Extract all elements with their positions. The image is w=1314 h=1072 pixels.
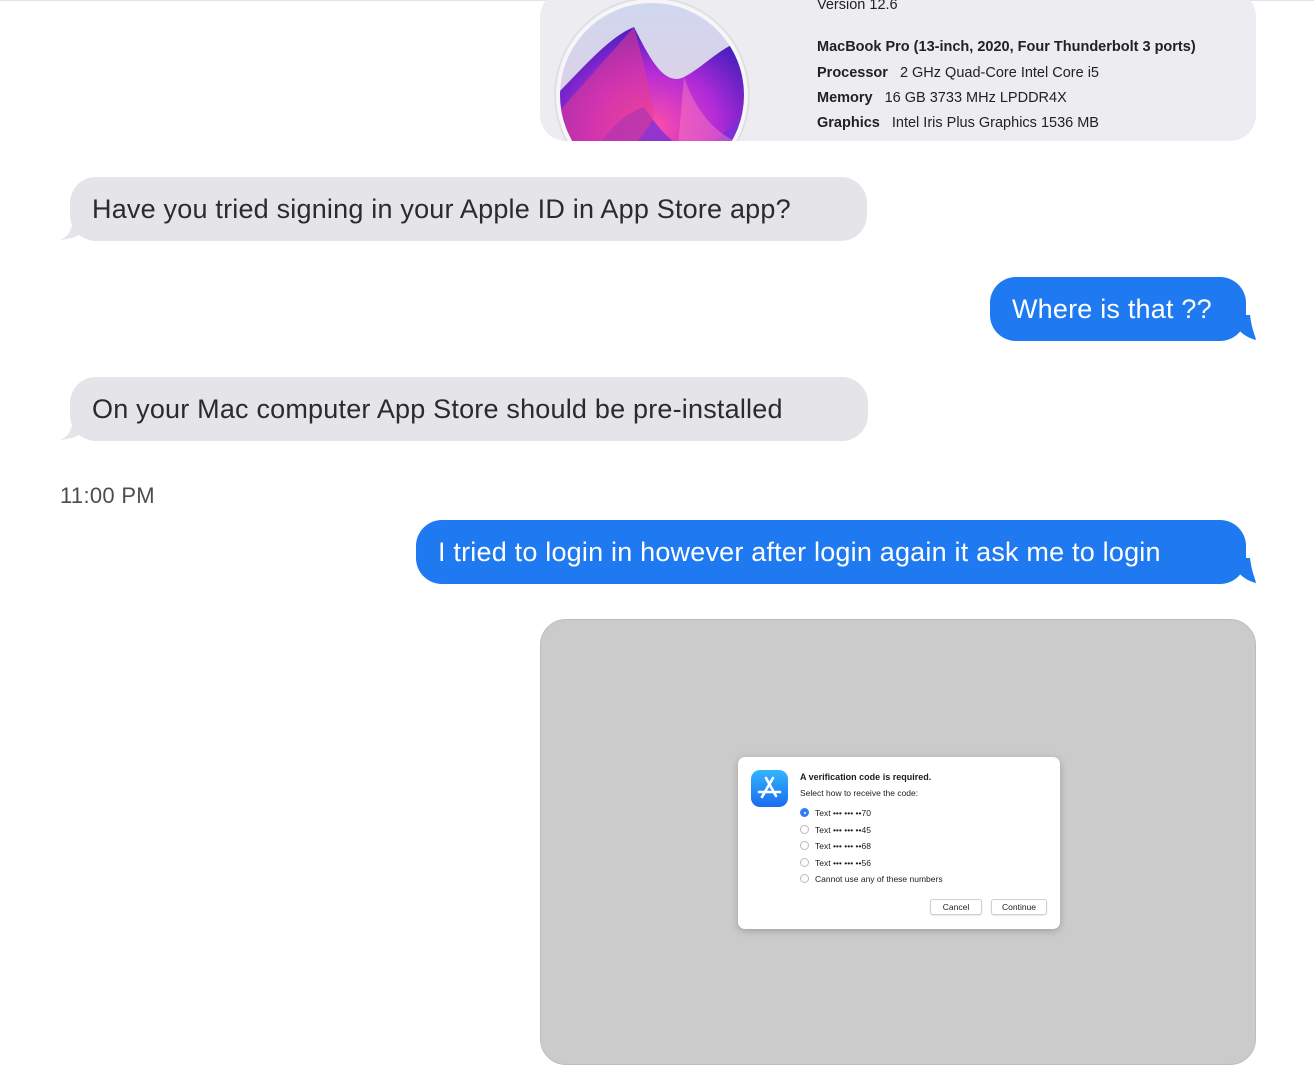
message-bubble-received[interactable]: On your Mac computer App Store should be… bbox=[70, 377, 868, 441]
spec-label: Processor bbox=[817, 65, 888, 81]
radio-icon bbox=[800, 858, 809, 867]
code-option-radio: Text ••• ••• ••70 bbox=[800, 807, 871, 819]
verification-dialog: A verification code is required. Select … bbox=[738, 757, 1060, 929]
processor-spec: Processor 2 GHz Quad-Core Intel Core i5 bbox=[817, 65, 1099, 81]
spec-label: Memory bbox=[817, 90, 873, 106]
message-timestamp: 11:00 PM bbox=[60, 483, 155, 508]
macos-monterey-logo bbox=[554, 0, 750, 141]
mac-model: MacBook Pro (13-inch, 2020, Four Thunder… bbox=[817, 39, 1196, 55]
dialog-subtitle: Select how to receive the code: bbox=[800, 788, 919, 798]
graphics-spec: Graphics Intel Iris Plus Graphics 1536 MB bbox=[817, 115, 1099, 131]
radio-icon bbox=[800, 841, 809, 850]
os-version: Version 12.6 bbox=[817, 0, 898, 13]
option-label: Text ••• ••• ••70 bbox=[815, 808, 871, 818]
message-text: On your Mac computer App Store should be… bbox=[92, 394, 783, 424]
memory-spec: Memory 16 GB 3733 MHz LPDDR4X bbox=[817, 90, 1067, 106]
about-this-mac-image[interactable]: Version 12.6 MacBook Pro (13-inch, 2020,… bbox=[540, 0, 1256, 141]
spec-label: Graphics bbox=[817, 115, 880, 131]
message-text: Have you tried signing in your Apple ID … bbox=[92, 194, 791, 224]
message-bubble-sent[interactable]: I tried to login in however after login … bbox=[416, 520, 1246, 584]
option-label: Cannot use any of these numbers bbox=[815, 874, 943, 884]
option-label: Text ••• ••• ••45 bbox=[815, 825, 871, 835]
message-bubble-received[interactable]: Have you tried signing in your Apple ID … bbox=[70, 177, 867, 241]
option-label: Text ••• ••• ••68 bbox=[815, 841, 871, 851]
spec-value: Intel Iris Plus Graphics 1536 MB bbox=[891, 115, 1099, 131]
code-option-radio: Text ••• ••• ••68 bbox=[800, 840, 871, 852]
continue-button: Continue bbox=[991, 899, 1047, 915]
spec-value: 2 GHz Quad-Core Intel Core i5 bbox=[899, 65, 1099, 81]
code-option-radio: Text ••• ••• ••45 bbox=[800, 824, 871, 836]
message-text: Where is that ?? bbox=[1012, 294, 1212, 324]
message-bubble-sent[interactable]: Where is that ?? bbox=[990, 277, 1246, 341]
option-label: Text ••• ••• ••56 bbox=[815, 858, 871, 868]
cancel-button: Cancel bbox=[930, 899, 982, 915]
radio-selected-icon bbox=[800, 808, 809, 817]
code-option-radio: Cannot use any of these numbers bbox=[800, 873, 943, 885]
code-option-radio: Text ••• ••• ••56 bbox=[800, 857, 871, 869]
dialog-title: A verification code is required. bbox=[800, 772, 932, 782]
spec-value: 16 GB 3733 MHz LPDDR4X bbox=[884, 90, 1067, 106]
app-store-icon bbox=[751, 770, 788, 807]
screenshot-image[interactable]: A verification code is required. Select … bbox=[540, 619, 1256, 1065]
message-text: I tried to login in however after login … bbox=[438, 537, 1161, 567]
radio-icon bbox=[800, 825, 809, 834]
radio-icon bbox=[800, 874, 809, 883]
